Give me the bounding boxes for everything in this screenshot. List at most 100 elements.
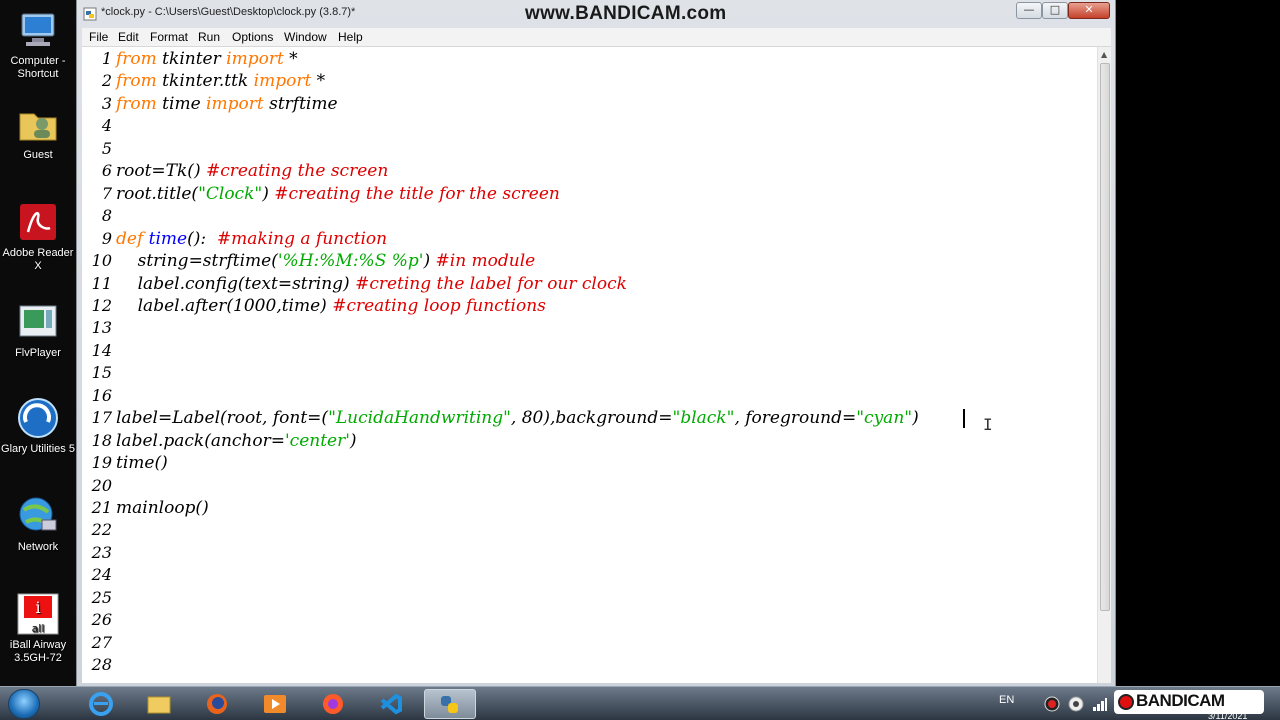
- code-token: tkinter.ttk: [156, 71, 254, 92]
- code-line: from tkinter.ttk import *: [116, 70, 325, 92]
- close-icon: ✕: [1084, 3, 1094, 16]
- code-token: import: [206, 93, 264, 114]
- adobe-reader-icon: [16, 200, 60, 244]
- line-number: 28: [91, 655, 112, 675]
- menu-options[interactable]: Options: [232, 30, 273, 44]
- menu-help[interactable]: Help: [338, 30, 363, 44]
- python-idle-icon: [437, 693, 463, 717]
- taskbar-firefox[interactable]: [192, 689, 244, 719]
- record-tray-icon[interactable]: [1044, 696, 1060, 716]
- line-number: 27: [91, 632, 112, 652]
- menu-run[interactable]: Run: [198, 30, 220, 44]
- menu-window[interactable]: Window: [284, 30, 327, 44]
- taskbar-vscode[interactable]: [366, 689, 418, 719]
- code-line: label.after(1000,time) #creating loop fu…: [116, 295, 546, 317]
- code-token: #creating loop functions: [332, 295, 546, 316]
- line-number: 11: [91, 273, 112, 293]
- vscode-icon: [378, 692, 404, 716]
- flvplayer-icon: [16, 300, 60, 344]
- line-number: 16: [91, 385, 112, 405]
- idle-editor-window: *clock.py - C:\Users\Guest\Desktop\clock…: [76, 0, 1116, 686]
- line-number: 10: [91, 251, 112, 271]
- text-caret: [963, 409, 965, 428]
- line-number: 4: [101, 116, 112, 136]
- minimize-icon: —: [1023, 3, 1035, 16]
- desktop-icon-iball[interactable]: i all iBall Airway 3.5GH-72: [0, 592, 76, 665]
- network-icon: [16, 494, 60, 538]
- desktop: Computer - Shortcut Guest Adobe Reader X…: [0, 0, 76, 686]
- code-token: import: [253, 71, 312, 92]
- code-token: ): [423, 251, 436, 272]
- code-line: root.title("Clock") #creating the title …: [116, 183, 560, 205]
- user-folder-icon: [16, 102, 60, 146]
- line-number: 20: [91, 475, 112, 495]
- line-number: 17: [91, 408, 112, 428]
- line-number: 22: [91, 520, 112, 540]
- taskbar-internet-explorer[interactable]: [76, 689, 128, 719]
- record-icon: [1118, 694, 1134, 710]
- taskbar-python-idle[interactable]: [424, 689, 476, 719]
- code-line: root=Tk() #creating the screen: [116, 160, 388, 182]
- code-token: time: [156, 93, 207, 114]
- code-line: from time import strftime: [116, 93, 338, 115]
- desktop-icon-label: Adobe Reader X: [2, 247, 74, 272]
- desktop-icon-computer[interactable]: Computer - Shortcut: [0, 8, 76, 81]
- close-button[interactable]: ✕: [1068, 2, 1110, 19]
- code-token: root.title(: [116, 183, 199, 204]
- code-token: 'center': [285, 430, 350, 451]
- desktop-icon-adobe-reader[interactable]: Adobe Reader X: [0, 200, 76, 273]
- network-tray-icon[interactable]: [1092, 696, 1108, 716]
- scrollbar-thumb[interactable]: [1100, 63, 1110, 611]
- code-token: *: [283, 49, 298, 69]
- code-token: "cyan": [856, 408, 913, 429]
- code-token: string=strftime(: [116, 251, 278, 272]
- desktop-icon-flvplayer[interactable]: FlvPlayer: [0, 300, 76, 360]
- code-token: "black": [672, 408, 735, 429]
- desktop-icon-network[interactable]: Network: [0, 494, 76, 554]
- line-number: 12: [91, 295, 112, 315]
- code-line: label.config(text=string) #creting the l…: [116, 273, 627, 295]
- firefox-developer-icon: [320, 692, 346, 716]
- line-number: 26: [91, 610, 112, 630]
- code-token: #creting the label for our clock: [355, 273, 627, 294]
- start-button[interactable]: [8, 689, 40, 719]
- maximize-button[interactable]: □: [1042, 2, 1068, 19]
- scroll-up-icon[interactable]: ▲: [1101, 50, 1107, 59]
- line-number: 19: [91, 453, 112, 473]
- code-token: #making a function: [216, 228, 388, 249]
- menu-edit[interactable]: Edit: [118, 30, 139, 44]
- glary-utilities-icon: [16, 396, 60, 440]
- title-bar[interactable]: *clock.py - C:\Users\Guest\Desktop\clock…: [77, 0, 1115, 28]
- stop-tray-icon[interactable]: [1068, 696, 1084, 716]
- tray-date[interactable]: 3/11/2021: [1208, 711, 1247, 720]
- desktop-icon-guest[interactable]: Guest: [0, 102, 76, 162]
- line-number: 7: [101, 183, 112, 203]
- line-number: 14: [91, 340, 112, 360]
- code-line: label.pack(anchor='center'): [116, 430, 357, 452]
- language-indicator[interactable]: EN: [999, 694, 1014, 706]
- desktop-icon-glary[interactable]: Glary Utilities 5: [0, 396, 76, 456]
- iball-icon: i all: [16, 592, 60, 636]
- code-token: , foreground=: [734, 408, 857, 429]
- code-token: #creating the screen: [205, 161, 389, 182]
- code-token: ): [349, 430, 357, 451]
- vertical-scrollbar[interactable]: ▲: [1097, 47, 1111, 683]
- taskbar-media-player[interactable]: [250, 689, 302, 719]
- desktop-icon-label: Computer - Shortcut: [10, 55, 66, 80]
- code-token: time(): [116, 453, 168, 474]
- menu-format[interactable]: Format: [150, 30, 188, 44]
- code-line: def time(): #making a function: [116, 228, 387, 250]
- computer-icon: [16, 8, 60, 52]
- desktop-icon-label: Network: [17, 541, 59, 553]
- code-editor[interactable]: 1 2 3 4 5 6 7 8 9 10 11 12 13 14 15 16 17 18 19 20 21 22 23 24 2…: [82, 47, 1111, 683]
- code-token: *: [311, 71, 326, 92]
- desktop-background-right: [1116, 0, 1280, 686]
- minimize-button[interactable]: —: [1016, 2, 1042, 19]
- taskbar-file-explorer[interactable]: [134, 689, 186, 719]
- taskbar-firefox-developer[interactable]: [308, 689, 360, 719]
- bandicam-watermark: www.BANDICAM.com: [525, 3, 727, 24]
- menu-file[interactable]: File: [89, 30, 108, 44]
- maximize-icon: □: [1049, 3, 1061, 16]
- file-explorer-icon: [146, 692, 172, 716]
- line-number: 18: [91, 430, 112, 450]
